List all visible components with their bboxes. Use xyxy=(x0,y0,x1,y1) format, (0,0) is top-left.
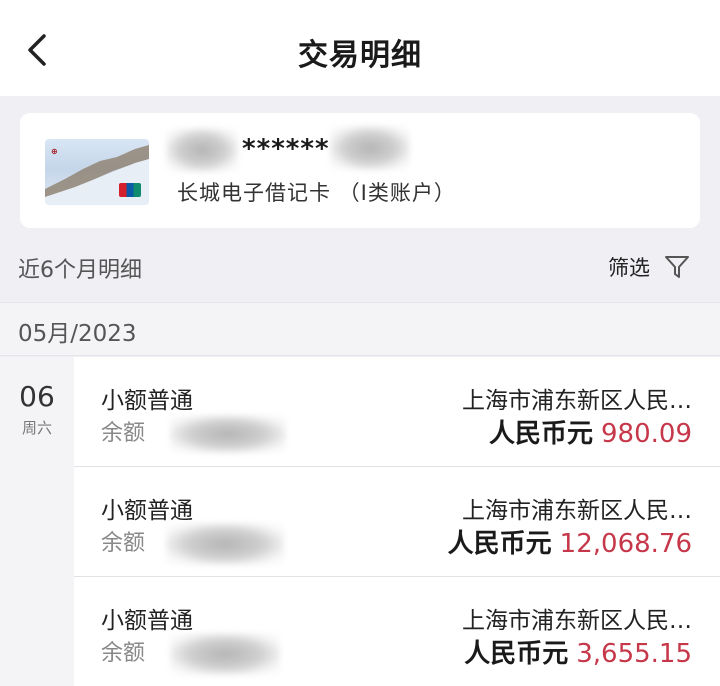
transaction-location: 上海市浦东新区人民… xyxy=(462,608,692,634)
transaction-row[interactable]: 小额普通 余额 上海市浦东新区人民… 人民币元 980.09 xyxy=(74,357,720,467)
redacted-blur xyxy=(170,633,280,675)
day-number: 06 xyxy=(19,380,55,413)
balance-label: 余额 xyxy=(101,531,146,556)
amount-value: 3,655.15 xyxy=(576,639,692,669)
period-label: 近6个月明细 xyxy=(18,258,142,283)
transaction-amount: 人民币元 980.09 xyxy=(489,413,692,450)
redacted-blur xyxy=(170,415,286,453)
card-number-masked: ****** xyxy=(242,134,330,164)
weekday-label: 周六 xyxy=(21,419,52,437)
bank-logo: ⊕ xyxy=(51,147,58,156)
transaction-amount: 人民币元 3,655.15 xyxy=(464,633,692,670)
card-name: 长城电子借记卡 （I类账户） xyxy=(177,181,456,205)
funnel-icon[interactable] xyxy=(664,254,690,280)
transaction-amount: 人民币元 12,068.76 xyxy=(448,523,692,560)
unionpay-logo xyxy=(119,183,141,197)
filter-button[interactable]: 筛选 xyxy=(608,252,650,282)
transaction-location: 上海市浦东新区人民… xyxy=(462,498,692,524)
transaction-row[interactable]: 小额普通 余额 上海市浦东新区人民… 人民币元 12,068.76 xyxy=(74,467,720,577)
balance-label: 余额 xyxy=(101,421,146,446)
transaction-row[interactable]: 小额普通 余额 上海市浦东新区人民… 人民币元 3,655.15 xyxy=(74,577,720,686)
app-header: 交易明细 xyxy=(0,0,720,96)
transaction-type: 小额普通 xyxy=(101,498,193,524)
transaction-type: 小额普通 xyxy=(101,388,193,414)
transaction-type: 小额普通 xyxy=(101,608,193,634)
redacted-blur xyxy=(330,126,410,170)
amount-value: 12,068.76 xyxy=(559,529,692,559)
month-header: 05月/2023 xyxy=(18,321,137,347)
currency-label: 人民币元 xyxy=(464,639,569,669)
redacted-blur xyxy=(166,128,238,172)
page-title: 交易明细 xyxy=(298,38,422,73)
card-image: ⊕ xyxy=(45,139,149,205)
balance-label: 余额 xyxy=(101,641,146,666)
currency-label: 人民币元 xyxy=(489,419,594,449)
currency-label: 人民币元 xyxy=(447,529,552,559)
redacted-blur xyxy=(166,523,284,565)
transaction-location: 上海市浦东新区人民… xyxy=(462,388,692,414)
amount-value: 980.09 xyxy=(601,419,692,449)
